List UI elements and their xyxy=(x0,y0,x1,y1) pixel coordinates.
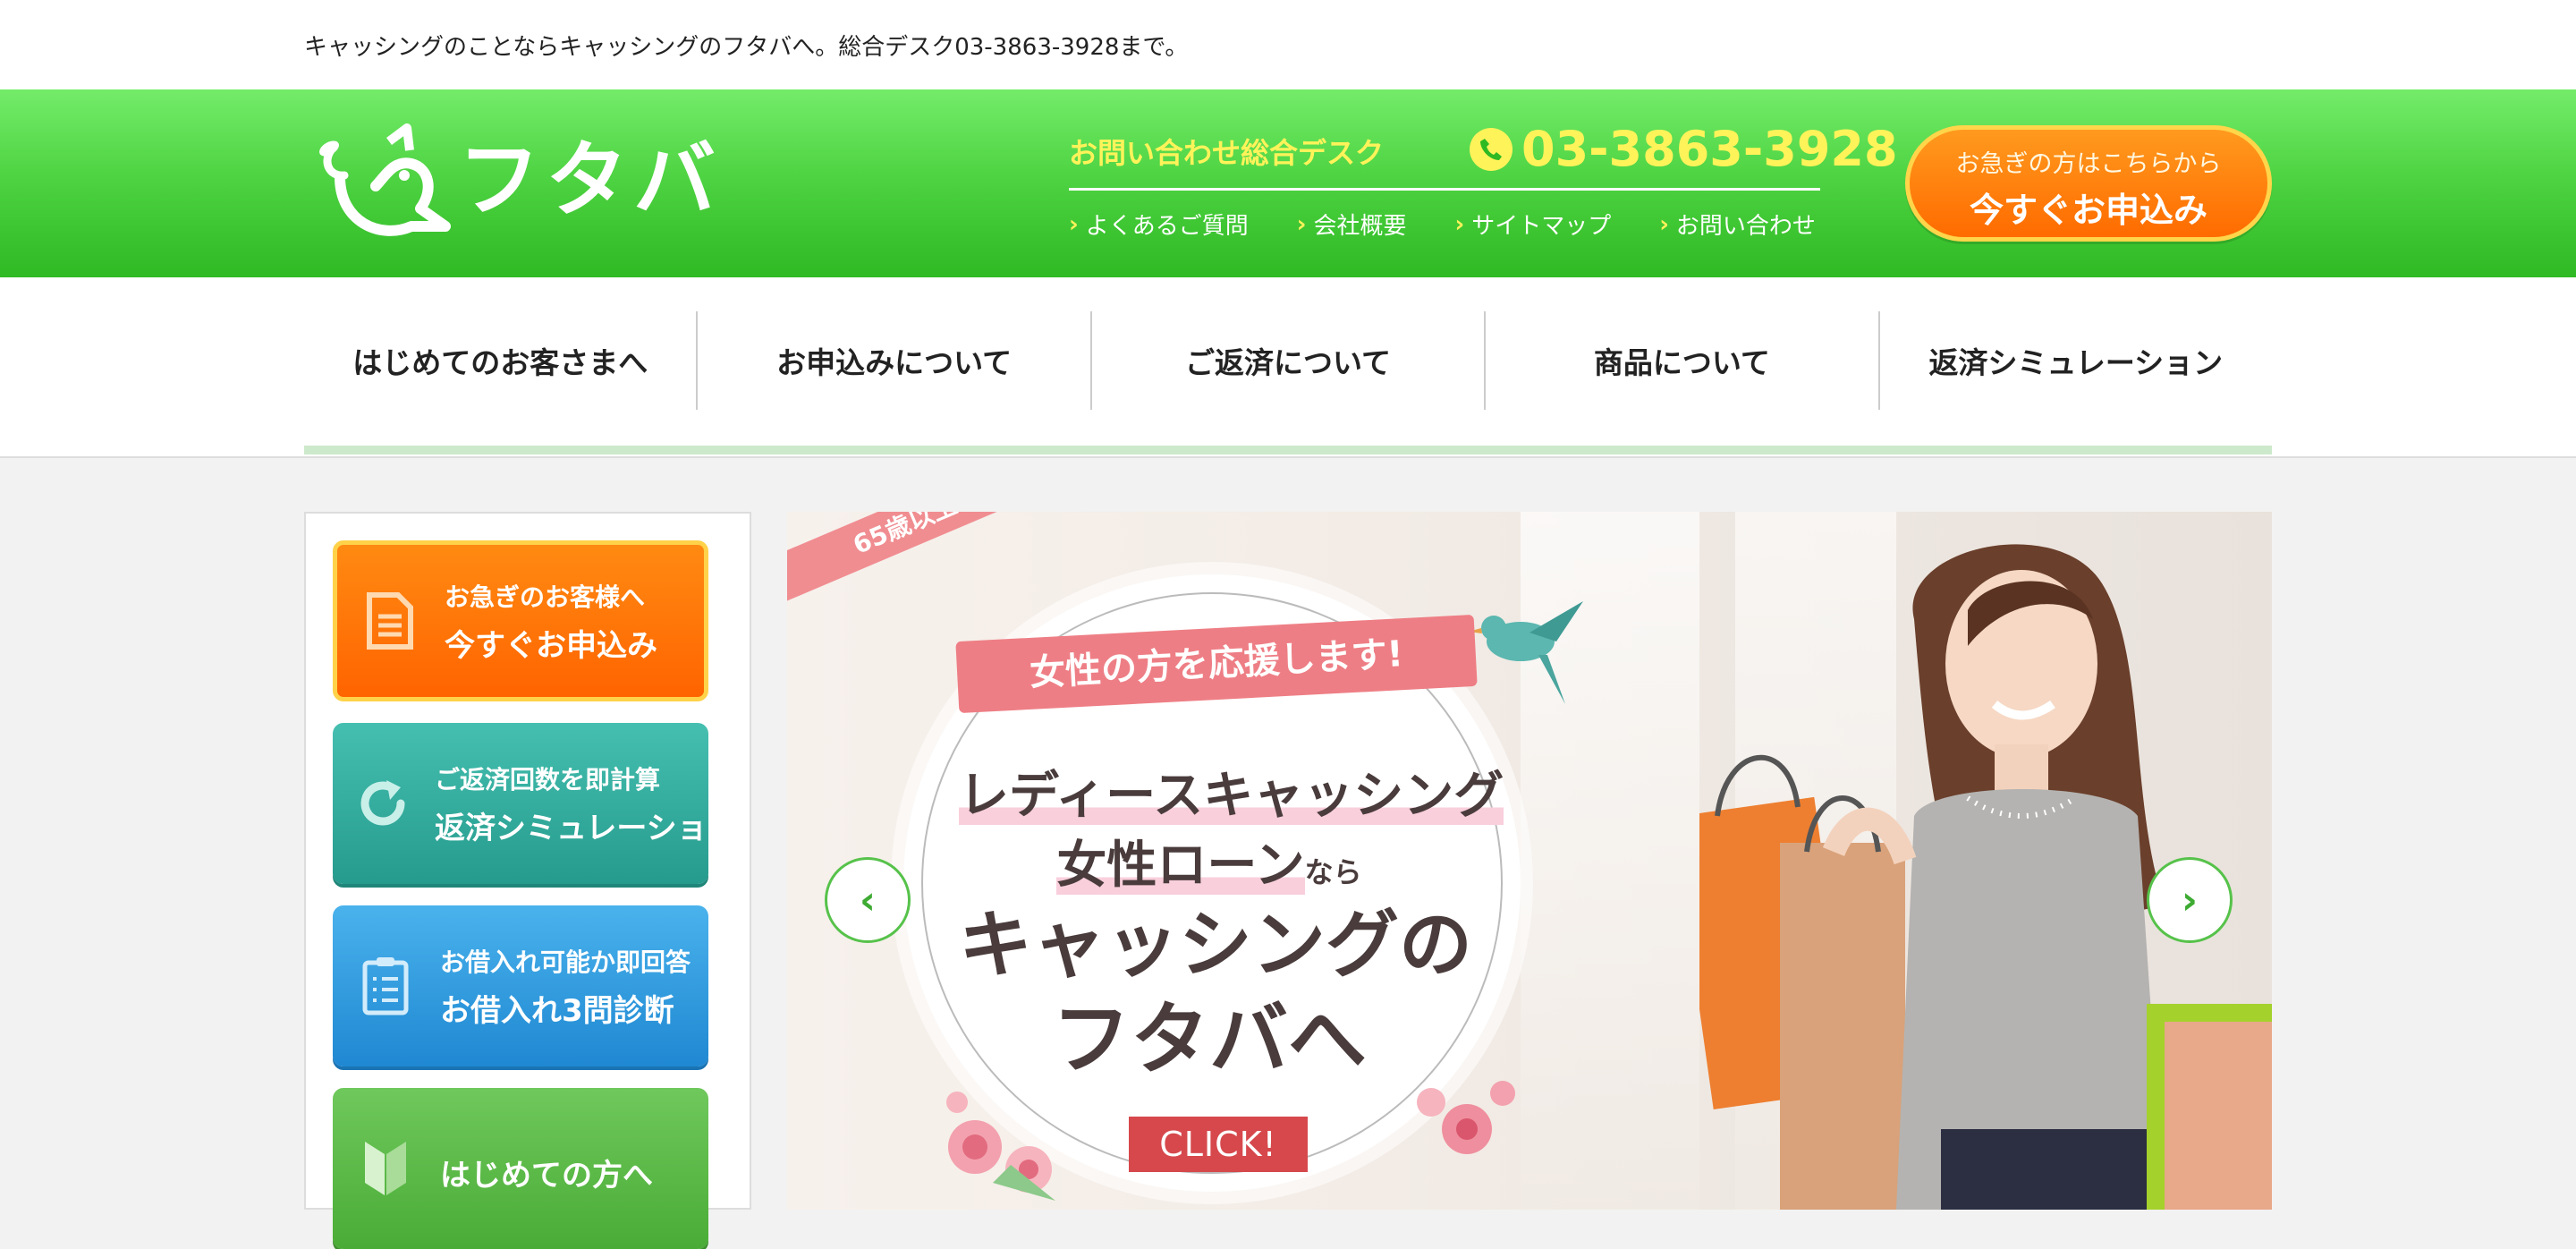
nav-item-repayment[interactable]: ご返済について xyxy=(1089,311,1484,410)
desk-label: お問い合わせ総合デスク xyxy=(1069,136,1385,170)
clipboard-icon xyxy=(354,956,417,1016)
document-icon xyxy=(359,591,421,650)
faq-link[interactable]: › よくあるご質問 xyxy=(1069,208,1249,241)
sitemap-link[interactable]: › サイトマップ xyxy=(1454,208,1611,241)
apply-now-label: 今すぐお申込み xyxy=(1969,191,2207,230)
top-info-bar: キャッシングのことならキャッシングのフタバへ。総合デスク03-3863-3928… xyxy=(0,0,2576,89)
sidebar: お急ぎのお客様へ 今すぐお申込み ご返済回数を即計算 返済シミュレーション お借… xyxy=(304,512,751,1249)
faq-link-label: よくあるご質問 xyxy=(1085,213,1249,240)
nav-underline xyxy=(304,446,2272,455)
phone-number-text: 03-3863-3928 xyxy=(1521,121,1898,177)
header-links: › よくあるご質問 › 会社概要 › サイトマップ › お問い合わせ xyxy=(1069,208,1816,241)
global-nav: はじめてのお客さまへ お申込みについて ご返済について 商品について 返済シミュ… xyxy=(0,277,2576,458)
nav-item-products[interactable]: 商品について xyxy=(1484,311,1877,410)
carousel-next-button[interactable]: › xyxy=(2147,857,2233,943)
nav-item-application[interactable]: お申込みについて xyxy=(696,311,1089,410)
sidebar-apply-line2: 今すぐお申込み xyxy=(445,627,657,664)
logo-text: フタバ xyxy=(458,132,722,228)
hero-line-women-loan-suffix: なら xyxy=(1304,855,1362,889)
hero-line-futaba: フタバへ xyxy=(1051,993,1367,1085)
nav-item-simulation[interactable]: 返済シミュレーション xyxy=(1877,311,2272,410)
hero-line-ladies-cashing: レディースキャッシング xyxy=(959,755,1504,828)
sidebar-first-time-line2: はじめての方へ xyxy=(440,1157,653,1194)
sitemap-link-label: サイトマップ xyxy=(1471,213,1612,240)
sidebar-apply-button[interactable]: お急ぎのお客様へ 今すぐお申込み xyxy=(333,540,708,701)
chevron-right-icon: › xyxy=(1296,210,1307,238)
carousel-prev-button[interactable]: ‹ xyxy=(825,857,911,943)
sidebar-simulation-line2: 返済シミュレーション xyxy=(435,810,738,846)
sidebar-first-time-button[interactable]: はじめての方へ xyxy=(333,1088,708,1249)
site-header: フタバ お問い合わせ総合デスク 03-3863-3928 › よくあるご質問 › 会… xyxy=(0,89,2576,277)
company-link-label: 会社概要 xyxy=(1313,213,1407,240)
contact-block: お問い合わせ総合デスク 03-3863-3928 › よくあるご質問 › 会社概要 … xyxy=(1069,125,1898,251)
sidebar-apply-line1: お急ぎのお客様へ xyxy=(445,582,646,612)
refresh-icon xyxy=(354,775,411,832)
bird-logo-icon xyxy=(319,123,451,236)
company-link[interactable]: › 会社概要 xyxy=(1297,208,1407,241)
nav-item-first-time[interactable]: はじめてのお客さまへ xyxy=(304,311,696,410)
hero-line-women-loan: 女性ローンなら xyxy=(959,825,1460,897)
beginner-mark-icon xyxy=(354,1138,417,1199)
contact-divider xyxy=(1069,188,1820,191)
sidebar-diagnosis-line2: お借入れ3問診断 xyxy=(440,992,674,1029)
hero-line-cashing: キャッシングの xyxy=(959,903,1473,988)
click-label[interactable]: CLICK! xyxy=(1129,1117,1308,1172)
flower-illustration-icon xyxy=(1417,1081,1515,1154)
top-info-text: キャッシングのことならキャッシングのフタバへ。総合デスク03-3863-3928… xyxy=(304,34,1189,61)
sidebar-simulation-button[interactable]: ご返済回数を即計算 返済シミュレーション xyxy=(333,723,738,884)
site-logo[interactable]: フタバ xyxy=(304,123,716,249)
contact-link-label: お問い合わせ xyxy=(1675,213,1816,240)
phone-icon xyxy=(1470,128,1513,171)
chevron-right-icon: › xyxy=(1454,210,1465,238)
sidebar-simulation-line1: ご返済回数を即計算 xyxy=(435,764,661,794)
hero-banner[interactable]: 65歳以上の方も歓迎！ 女性の方を応援します! レディースキャッシング 女性ロー… xyxy=(787,512,2272,1210)
sidebar-diagnosis-button[interactable]: お借入れ可能か即回答 お借入れ3問診断 xyxy=(333,905,708,1066)
contact-link[interactable]: › お問い合わせ xyxy=(1659,208,1816,241)
sidebar-diagnosis-line1: お借入れ可能か即回答 xyxy=(440,947,691,977)
apply-now-subtext: お急ぎの方はこちらから xyxy=(1955,150,2222,178)
bird-illustration-icon xyxy=(1469,601,1583,704)
phone-number[interactable]: 03-3863-3928 xyxy=(1470,125,1898,174)
chevron-right-icon: › xyxy=(1069,210,1079,238)
chevron-right-icon: › xyxy=(1659,210,1669,238)
flower-illustration-icon xyxy=(946,1092,1055,1201)
hero-line-ladies-cashing-text: レディースキャッシング xyxy=(959,767,1504,825)
apply-now-button[interactable]: お急ぎの方はこちらから 今すぐお申込み xyxy=(1905,125,2272,242)
hero-line-women-loan-text: 女性ローン xyxy=(1056,837,1305,895)
